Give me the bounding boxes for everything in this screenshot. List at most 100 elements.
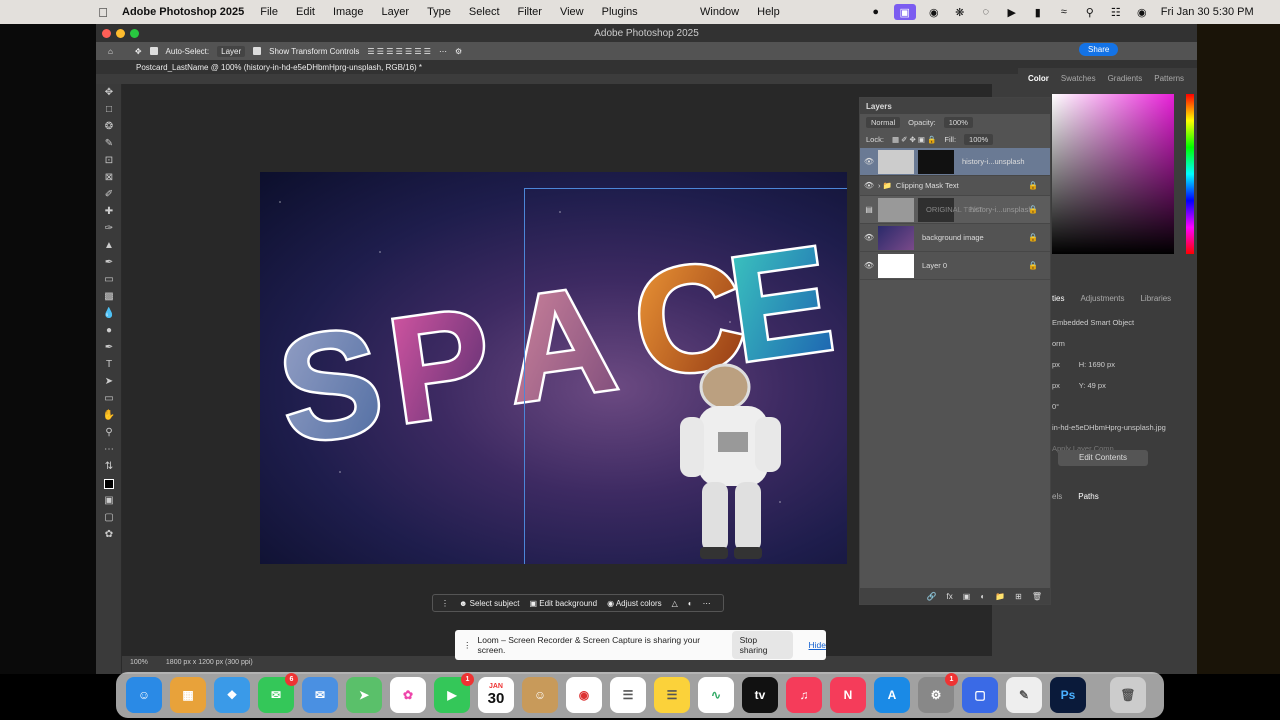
menu-help[interactable]: Help — [757, 6, 780, 18]
minimize-button[interactable] — [116, 29, 125, 38]
height-field[interactable]: 1690 px — [1088, 360, 1115, 369]
layer-row[interactable]: ▤ ORIGINAL TEXT history-i...unsplash 🔒 — [860, 196, 1050, 224]
chrome-icon[interactable]: ◉ — [566, 677, 602, 713]
photos-icon[interactable]: ✿ — [390, 677, 426, 713]
type-tool-icon[interactable]: T — [96, 356, 122, 373]
menu-edit[interactable]: Edit — [296, 6, 315, 18]
opacity-field[interactable]: 100% — [943, 117, 973, 128]
freeform-icon[interactable]: ∿ — [698, 677, 734, 713]
adjustment-icon[interactable]: ◐ — [980, 592, 985, 601]
eye-icon[interactable]: 👁 — [860, 157, 878, 166]
layer-group-row[interactable]: 👁 › 📁 Clipping Mask Text 🔒 — [860, 176, 1050, 196]
transform-controls-checkbox[interactable] — [253, 47, 262, 55]
menu-view[interactable]: View — [560, 6, 584, 18]
hide-button[interactable]: Hide — [809, 640, 826, 650]
drag-handle-icon[interactable]: ⋮ — [441, 599, 449, 608]
swap-colors-icon[interactable]: ⇅ — [96, 458, 122, 475]
layer-select[interactable]: Layer — [217, 45, 246, 57]
eye-icon[interactable]: 👁 — [860, 181, 878, 190]
layer-name[interactable]: background image — [922, 233, 984, 242]
path-select-tool-icon[interactable]: ➤ — [96, 373, 122, 390]
link-icon[interactable]: 🔗 — [927, 592, 937, 601]
preview-icon[interactable]: ▢ — [962, 677, 998, 713]
share-button[interactable]: Share — [1079, 43, 1119, 56]
trash-icon[interactable]: 🗑 — [1032, 592, 1042, 601]
apple-icon[interactable]:  — [96, 5, 110, 20]
mask-icon[interactable]: ◐ — [688, 599, 693, 608]
frame-tool-icon[interactable]: ⊠ — [96, 169, 122, 186]
edit-contents-button[interactable]: Edit Contents — [1058, 450, 1148, 466]
layer-name[interactable]: history-i...unsplash — [962, 157, 1025, 166]
screen-mode-icon[interactable]: ▢ — [96, 509, 122, 526]
news-icon[interactable]: N — [830, 677, 866, 713]
zoom-button[interactable] — [130, 29, 139, 38]
move-tool-icon[interactable]: ✥ — [96, 84, 122, 101]
color-swatches-icon[interactable] — [96, 475, 122, 492]
stamp-tool-icon[interactable]: ▲ — [96, 237, 122, 254]
tab-adjustments[interactable]: Adjustments — [1080, 294, 1124, 303]
tab-color[interactable]: Color — [1028, 74, 1049, 83]
quick-select-tool-icon[interactable]: ✎ — [96, 135, 122, 152]
photoshop-icon[interactable]: Ps — [1050, 677, 1086, 713]
drag-handle-icon[interactable]: ⋮ — [463, 640, 472, 651]
fill-field[interactable]: 100% — [964, 134, 994, 145]
contacts-icon[interactable]: ☺ — [522, 677, 558, 713]
menu-window[interactable]: Window — [700, 6, 739, 18]
more-icon[interactable]: ⋯ — [439, 47, 447, 56]
blur-tool-icon[interactable]: 💧 — [96, 305, 122, 322]
mail-icon[interactable]: ✉ — [302, 677, 338, 713]
pen-tool-icon[interactable]: ✒ — [96, 339, 122, 356]
wifi-icon[interactable]: ≈ — [1056, 4, 1072, 20]
crop-tool-icon[interactable]: ⊡ — [96, 152, 122, 169]
menu-image[interactable]: Image — [333, 6, 364, 18]
layer-name[interactable]: Clipping Mask Text — [896, 181, 959, 190]
select-subject-button[interactable]: ☻ Select subject — [459, 599, 519, 608]
edit-background-button[interactable]: ▣ Edit background — [529, 599, 597, 608]
app-menu[interactable]: Adobe Photoshop 2025 — [122, 6, 244, 18]
layer-row[interactable]: 👁 background image 🔒 — [860, 224, 1050, 252]
layer-name[interactable]: Layer 0 — [922, 261, 947, 270]
music-icon[interactable]: ♫ — [786, 677, 822, 713]
more-tools-icon[interactable]: ⋯ — [96, 441, 122, 458]
transform-bounding-box[interactable] — [524, 188, 847, 564]
transform-icon[interactable]: △ — [672, 599, 678, 608]
eyedropper-tool-icon[interactable]: ✐ — [96, 186, 122, 203]
new-group-icon[interactable]: 📁 — [995, 592, 1005, 601]
apple-tv-icon[interactable]: tv — [742, 677, 778, 713]
gear-icon[interactable]: ⚙ — [455, 47, 462, 56]
calendar-icon[interactable]: JAN 30 — [478, 677, 514, 713]
tab-channels[interactable]: els — [1052, 492, 1062, 501]
menu-file[interactable]: File — [260, 6, 278, 18]
tab-gradients[interactable]: Gradients — [1108, 74, 1143, 83]
marquee-tool-icon[interactable]: □ — [96, 101, 122, 118]
color-picker-field[interactable] — [1052, 94, 1174, 254]
new-layer-icon[interactable]: ⊞ — [1015, 592, 1022, 601]
menu-select[interactable]: Select — [469, 6, 500, 18]
align-icons[interactable]: ☰ ☰ ☰ ☰ ☰ ☰ ☰ — [367, 47, 431, 56]
menu-layer[interactable]: Layer — [382, 6, 410, 18]
battery-icon[interactable]: ▮ — [1030, 4, 1046, 20]
lasso-tool-icon[interactable]: ❂ — [96, 118, 122, 135]
home-icon[interactable]: ⌂ — [108, 47, 113, 56]
visibility-toggle[interactable]: ▤ — [860, 205, 878, 214]
lock-icons[interactable]: ▦ ✐ ✥ ▣ 🔒 — [892, 135, 936, 144]
eraser-tool-icon[interactable]: ▭ — [96, 271, 122, 288]
document-size[interactable]: 1800 px x 1200 px (300 ppi) — [166, 659, 253, 666]
stop-sharing-button[interactable]: Stop sharing — [731, 631, 793, 659]
blend-mode-select[interactable]: Normal — [866, 117, 901, 128]
more-options-icon[interactable]: ⋯ — [703, 599, 711, 608]
safari-icon[interactable]: ❖ — [214, 677, 250, 713]
system-settings-icon[interactable]: ⚙ 1 — [918, 673, 958, 713]
maps-icon[interactable]: ➤ — [346, 677, 382, 713]
loom-icon[interactable]: ❋ — [952, 4, 968, 20]
move-tool-icon[interactable]: ✥ — [135, 47, 142, 56]
quick-mask-icon[interactable]: ▣ — [96, 492, 122, 509]
close-button[interactable] — [102, 29, 111, 38]
creative-cloud-icon[interactable]: ◉ — [926, 4, 942, 20]
reminders-icon[interactable]: ☰ — [610, 677, 646, 713]
microphone-icon[interactable]: ● — [868, 4, 884, 20]
clock[interactable]: Fri Jan 30 5:30 PM — [1161, 6, 1254, 18]
add-mask-icon[interactable]: ▣ — [963, 592, 971, 601]
healing-tool-icon[interactable]: ✚ — [96, 203, 122, 220]
eye-icon[interactable]: 👁 — [860, 261, 878, 270]
